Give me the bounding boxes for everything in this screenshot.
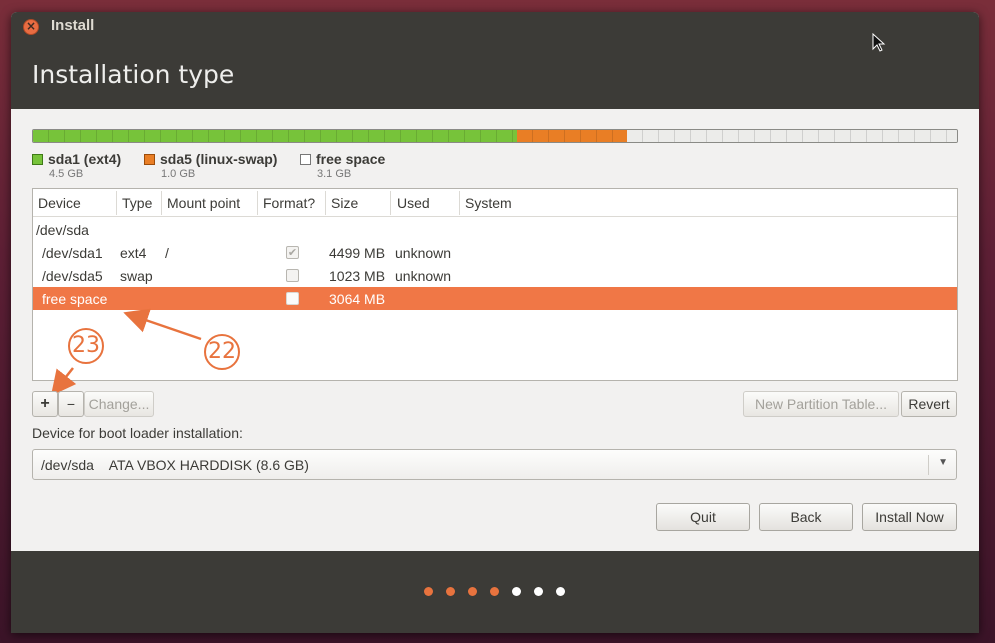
quit-button[interactable]: Quit: [656, 503, 750, 531]
installer-window: × Install Installation type sda1 (ext4) …: [11, 12, 979, 633]
progress-dot: [424, 587, 433, 596]
annotation-arrows: [50, 308, 202, 396]
change-partition-button[interactable]: Change...: [84, 391, 154, 417]
new-partition-table-button[interactable]: New Partition Table...: [743, 391, 899, 417]
progress-dot: [556, 587, 565, 596]
progress-dot: [490, 587, 499, 596]
callout-23: 23: [68, 328, 104, 364]
add-partition-button[interactable]: +: [32, 391, 58, 417]
revert-button[interactable]: Revert: [901, 391, 957, 417]
progress-bar-area: [11, 551, 979, 633]
progress-dot: [468, 587, 477, 596]
install-now-button[interactable]: Install Now: [862, 503, 957, 531]
mouse-cursor-icon: [872, 33, 886, 52]
progress-dot: [512, 587, 521, 596]
remove-partition-button[interactable]: −: [58, 391, 84, 417]
callout-22: 22: [204, 334, 240, 370]
back-button[interactable]: Back: [759, 503, 853, 531]
bootloader-label: Device for boot loader installation:: [32, 425, 243, 441]
progress-dot: [534, 587, 543, 596]
progress-dot: [446, 587, 455, 596]
arrow-to-free-space: [123, 308, 202, 341]
bootloader-device-value: /dev/sda ATA VBOX HARDDISK (8.6 GB): [41, 457, 309, 473]
chevron-down-icon: ▼: [938, 457, 948, 468]
arrow-to-add-button: [50, 367, 77, 396]
bootloader-device-select[interactable]: /dev/sda ATA VBOX HARDDISK (8.6 GB) ▼: [32, 449, 957, 480]
